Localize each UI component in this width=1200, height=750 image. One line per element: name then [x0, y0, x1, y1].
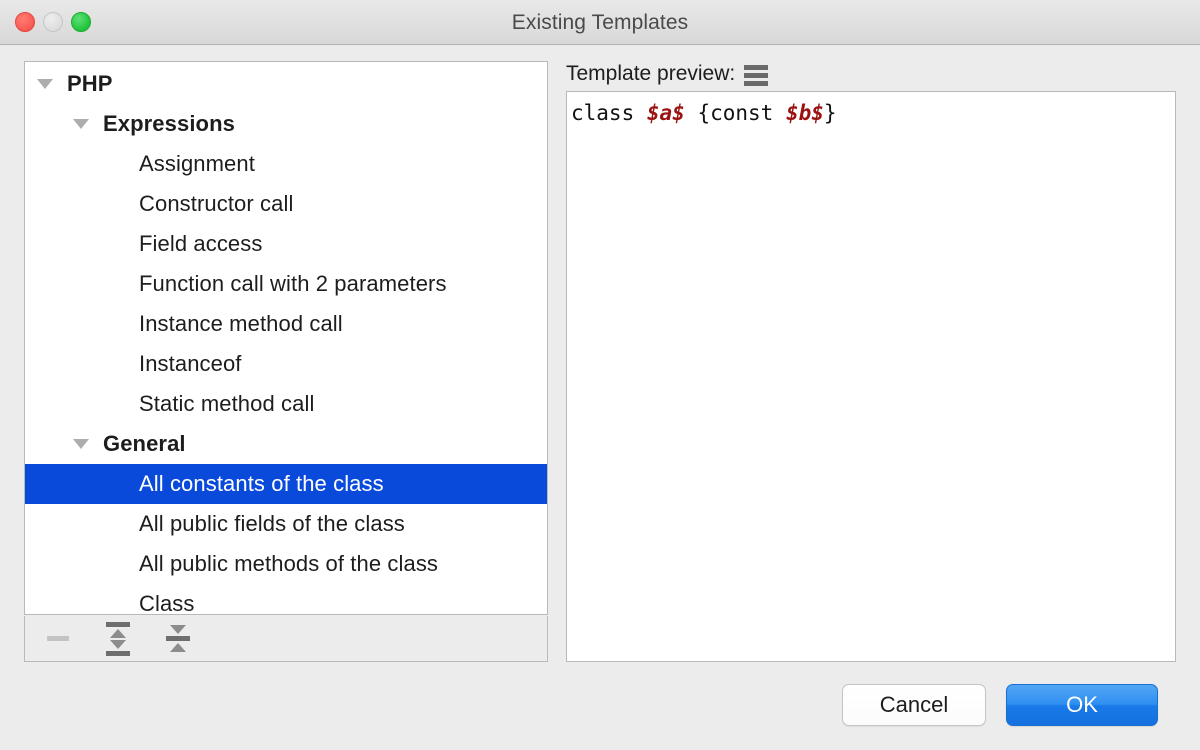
remove-template-button[interactable]	[41, 623, 75, 655]
template-preview-box[interactable]: class $a$ {const $b$}	[566, 91, 1176, 662]
tree-row-label: General	[103, 431, 186, 456]
template-preview-header: Template preview:	[566, 62, 769, 86]
ok-button[interactable]: OK	[1006, 684, 1158, 726]
tree-row-label: All constants of the class	[139, 471, 384, 496]
hamburger-menu-icon[interactable]	[744, 64, 769, 86]
existing-templates-dialog: Existing Templates PHP Expressions Assignm…	[0, 0, 1200, 750]
tree-row-label: Instance method call	[139, 311, 343, 336]
chevron-down-icon[interactable]	[37, 79, 53, 89]
cancel-button[interactable]: Cancel	[842, 684, 986, 726]
chevron-down-icon[interactable]	[73, 119, 89, 129]
chevron-down-icon[interactable]	[73, 439, 89, 449]
template-code-text: class	[571, 101, 647, 125]
tree-row[interactable]: All public methods of the class	[25, 544, 547, 584]
tree-row[interactable]: Constructor call	[25, 184, 547, 224]
tree-row-label: Field access	[139, 231, 263, 256]
tree-row-label: Function call with 2 parameters	[139, 271, 447, 296]
template-code-text: {const	[684, 101, 786, 125]
tree-toolbar	[24, 616, 548, 662]
tree-row-label: PHP	[67, 71, 113, 96]
tree-row[interactable]: Static method call	[25, 384, 547, 424]
tree-row-label: Constructor call	[139, 191, 294, 216]
tree-row-label: Class	[139, 591, 195, 615]
dialog-footer: Cancel OK	[0, 684, 1200, 734]
tree-row-label: Expressions	[103, 111, 235, 136]
collapse-all-icon	[165, 625, 191, 652]
tree-row-label: Static method call	[139, 391, 315, 416]
window-titlebar: Existing Templates	[0, 0, 1200, 45]
tree-row[interactable]: All constants of the class	[25, 464, 547, 504]
template-code-text: }	[823, 101, 837, 125]
window-title: Existing Templates	[511, 11, 689, 34]
templates-tree-panel[interactable]: PHP Expressions Assignment Constructor call…	[24, 61, 548, 615]
tree-row-label: All public fields of the class	[139, 511, 405, 536]
tree-row[interactable]: Assignment	[25, 144, 547, 184]
minus-icon	[47, 636, 69, 641]
tree-row[interactable]: Expressions	[25, 104, 547, 144]
tree-row[interactable]: Class	[25, 584, 547, 615]
template-variable: $a$	[646, 101, 685, 125]
tree-row-label: Assignment	[139, 151, 255, 176]
tree-row-label: All public methods of the class	[139, 551, 439, 576]
tree-row-label: Instanceof	[139, 351, 242, 376]
tree-row[interactable]: PHP	[25, 64, 547, 104]
tree-row[interactable]: Instanceof	[25, 344, 547, 384]
templates-tree: PHP Expressions Assignment Constructor call…	[25, 62, 547, 615]
tree-row[interactable]: Instance method call	[25, 304, 547, 344]
template-code-line: class $a$ {const $b$}	[571, 99, 1175, 127]
tree-row[interactable]: Function call with 2 parameters	[25, 264, 547, 304]
expand-all-button[interactable]	[101, 621, 135, 656]
collapse-all-button[interactable]	[161, 623, 195, 655]
tree-row[interactable]: Field access	[25, 224, 547, 264]
template-preview-label: Template preview:	[566, 62, 736, 85]
expand-all-icon	[105, 621, 131, 656]
template-variable: $b$	[785, 101, 824, 125]
tree-row[interactable]: General	[25, 424, 547, 464]
tree-row[interactable]: All public fields of the class	[25, 504, 547, 544]
